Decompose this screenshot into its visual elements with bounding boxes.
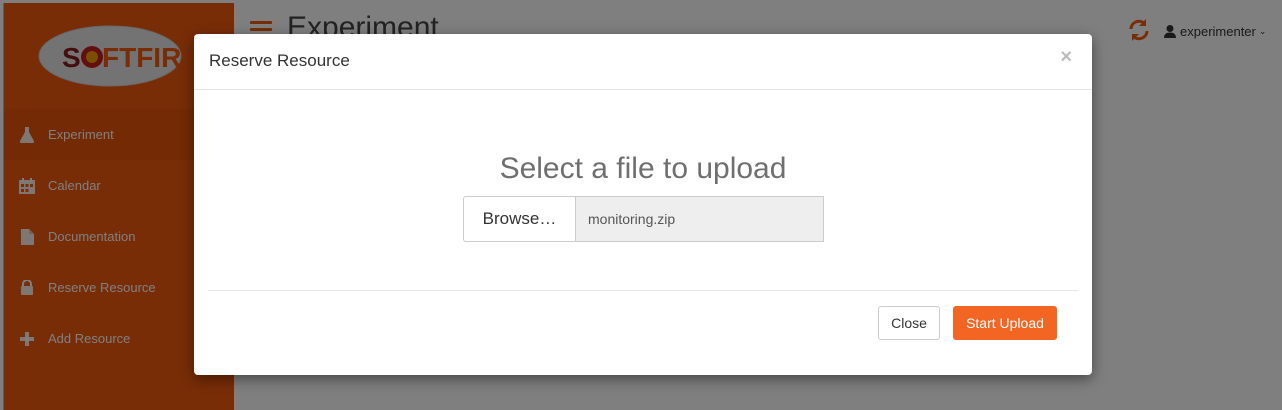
close-button[interactable]: Close xyxy=(878,306,940,340)
modal-footer-divider xyxy=(208,290,1078,291)
browse-button[interactable]: Browse… xyxy=(463,196,575,242)
modal-title: Reserve Resource xyxy=(209,51,350,70)
close-icon[interactable]: × xyxy=(1060,46,1072,69)
file-upload-group: Browse… monitoring.zip xyxy=(463,196,824,242)
reserve-resource-modal: Reserve Resource × Select a file to uplo… xyxy=(194,34,1092,375)
start-upload-button[interactable]: Start Upload xyxy=(953,306,1057,340)
upload-heading: Select a file to upload xyxy=(499,152,787,185)
modal-header: Reserve Resource × xyxy=(194,34,1092,90)
selected-file-field[interactable]: monitoring.zip xyxy=(575,196,824,242)
